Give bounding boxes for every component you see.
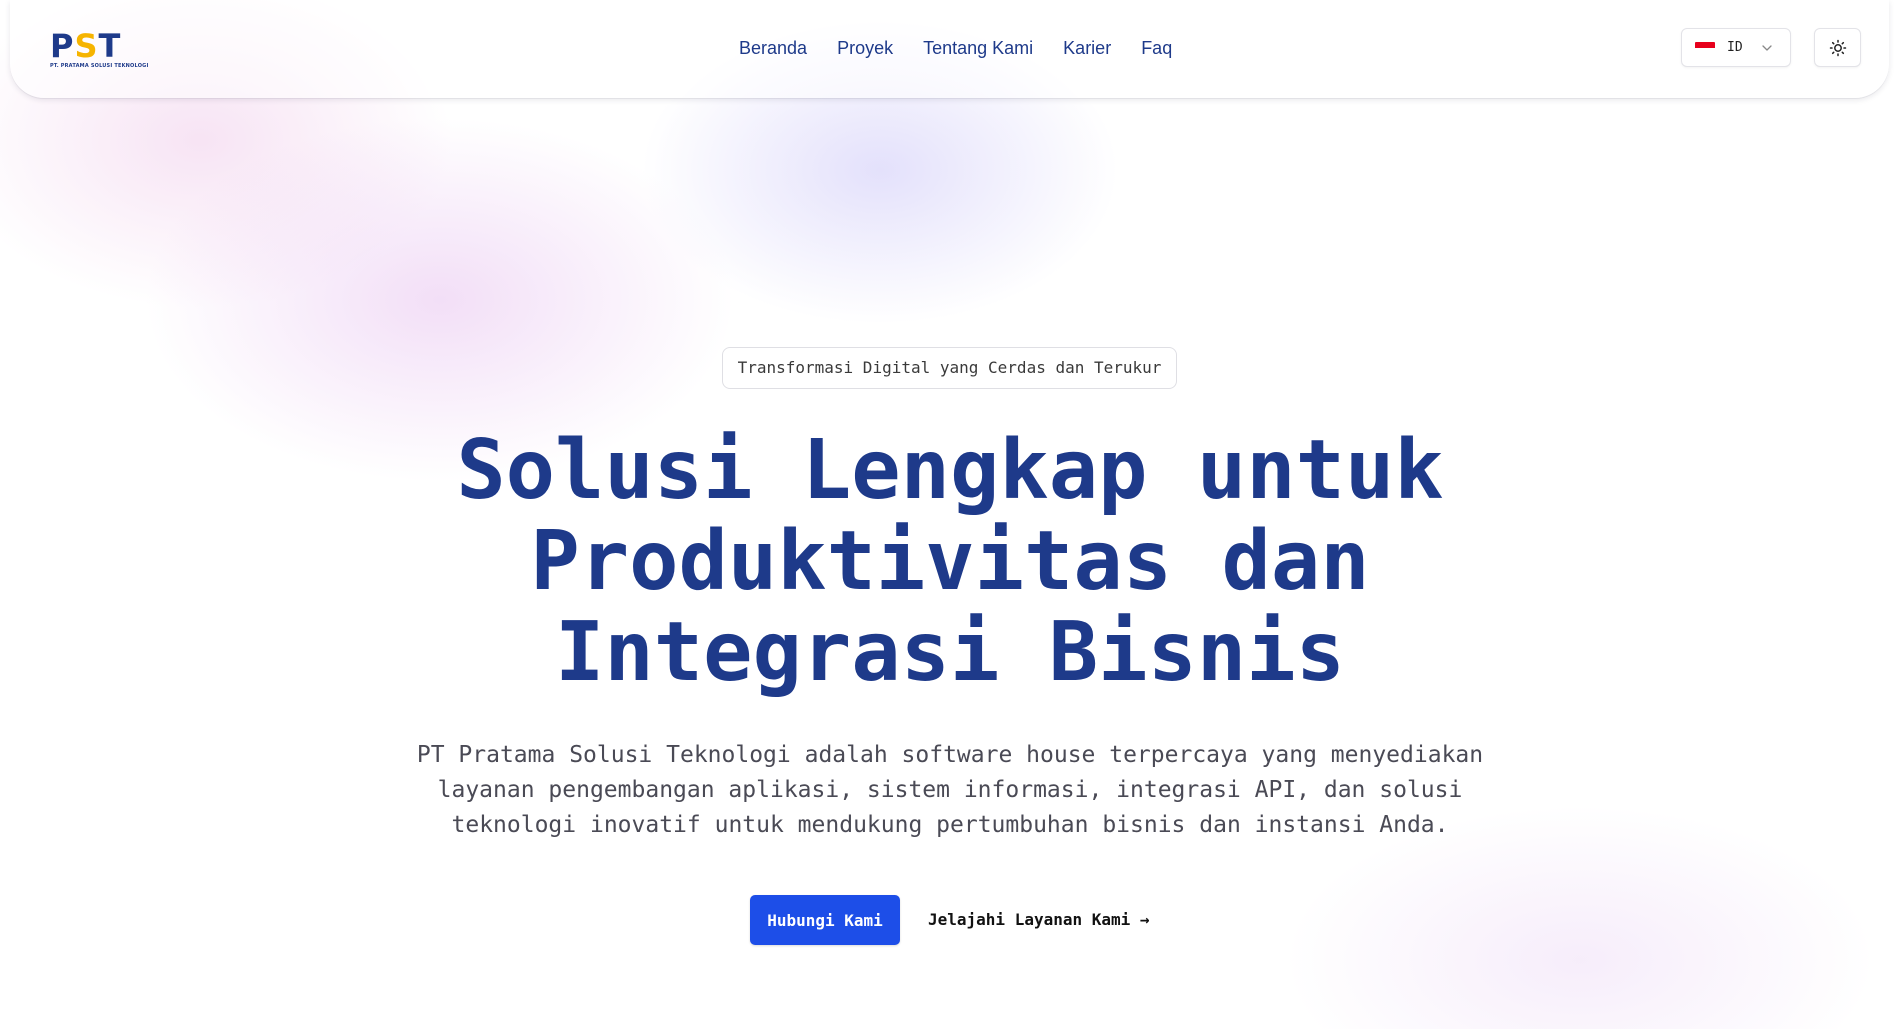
company-logo[interactable]: PST PT. PRATAMA SOLUSI TEKNOLOGI [50,27,149,70]
headline-line: Solusi Lengkap untuk [456,423,1444,518]
description-line: layanan pengembangan aplikasi, sistem in… [437,777,1463,803]
headline-line: Produktivitas dan [530,514,1370,609]
contact-us-button[interactable]: Hubungi Kami [750,895,900,945]
logo-subtitle: PT. PRATAMA SOLUSI TEKNOLOGI [50,63,149,69]
language-code: ID [1727,40,1743,55]
language-select[interactable]: ID [1681,28,1791,67]
nav-link-beranda[interactable]: Beranda [739,38,807,59]
nav-link-tentang-kami[interactable]: Tentang Kami [923,38,1033,59]
hero-description: PT Pratama Solusi Teknologi adalah softw… [350,738,1550,843]
theme-toggle-button[interactable] [1814,28,1861,67]
nav-link-proyek[interactable]: Proyek [837,38,893,59]
indonesia-flag-icon [1695,41,1715,54]
description-line: PT Pratama Solusi Teknologi adalah softw… [416,742,1484,768]
nav-link-faq[interactable]: Faq [1141,38,1172,59]
nav-link-karier[interactable]: Karier [1063,38,1111,59]
explore-services-link[interactable]: Jelajahi Layanan Kami → [928,906,1150,934]
hero-headline: Solusi Lengkap untuk Produktivitas dan I… [350,425,1550,698]
landing-page: PST PT. PRATAMA SOLUSI TEKNOLOGI Beranda… [0,0,1899,1029]
logo-mark: PST [50,27,122,65]
chevron-down-icon [1762,44,1772,51]
main-nav: Beranda Proyek Tentang Kami Karier Faq [739,38,1172,59]
headline-line: Integrasi Bisnis [555,605,1345,700]
hero-badge: Transformasi Digital yang Cerdas dan Ter… [722,347,1177,389]
top-navbar: PST PT. PRATAMA SOLUSI TEKNOLOGI Beranda… [10,0,1889,98]
sun-icon [1829,39,1846,56]
description-line: teknologi inovatif untuk mendukung pertu… [451,812,1449,838]
